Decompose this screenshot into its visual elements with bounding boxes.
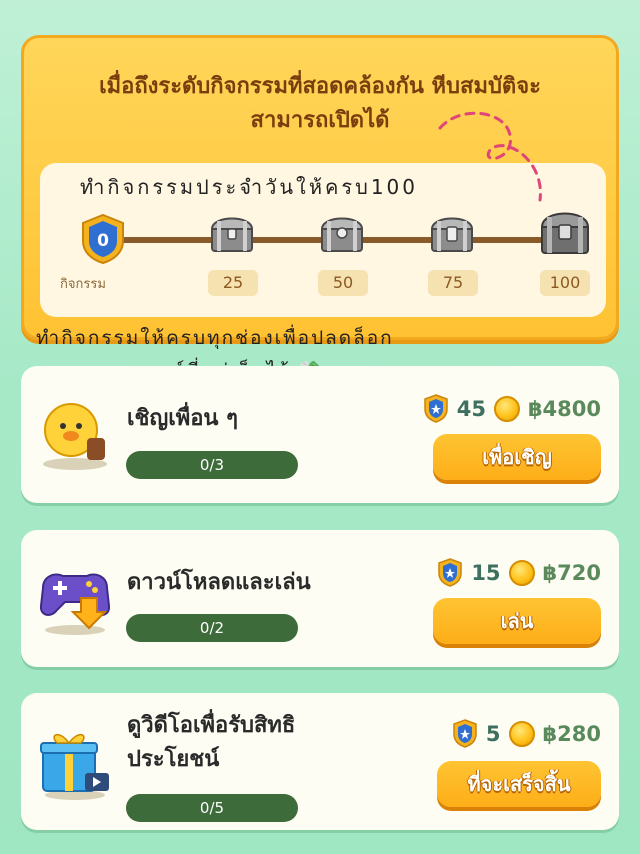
activity-current-value: 0 xyxy=(97,231,109,251)
invite-button[interactable]: เพื่อเชิญ xyxy=(433,434,601,480)
treasure-chest-icon[interactable] xyxy=(207,207,257,257)
task-coin-amount: ฿280 xyxy=(542,722,601,746)
duck-icon xyxy=(43,403,107,470)
task-badge-points: 15 xyxy=(471,561,501,585)
banner-message-line2: สามารถเปิดได้ xyxy=(250,108,390,133)
coin-icon xyxy=(493,396,520,422)
milestone-100: 100 xyxy=(540,270,590,296)
activity-shield-icon xyxy=(423,394,448,423)
task-card-download: ดาวน์โหลดและเล่น 0/2 15 ฿720 เล่น xyxy=(21,530,619,667)
activity-shield-icon xyxy=(453,719,477,748)
activity-shield-icon xyxy=(438,558,463,587)
banner-message: เมื่อถึงระดับกิจกรรมที่สอดคล้องกัน หีบสม… xyxy=(24,70,616,138)
coin-icon xyxy=(508,560,535,586)
task-progress-bar: 0/2 xyxy=(126,614,298,642)
treasure-chest-icon[interactable] xyxy=(537,203,593,259)
treasure-chest-icon[interactable] xyxy=(427,207,477,257)
treasure-chest-icon[interactable] xyxy=(317,207,367,257)
gamepad-download-icon xyxy=(39,573,111,635)
task-progress-bar: 0/5 xyxy=(126,794,298,822)
activity-shield-icon: 0 xyxy=(82,213,124,265)
milestone-50: 50 xyxy=(318,270,368,296)
coin-icon xyxy=(508,721,535,747)
gift-video-icon xyxy=(40,733,109,800)
task-title: เชิญเพื่อน ๆ xyxy=(127,406,238,431)
task-rewards: 5 ฿280 xyxy=(452,719,601,749)
progress-title: ทำกิจกรรมประจำวันให้ครบ100 xyxy=(80,175,418,199)
complete-button[interactable]: ที่จะเสร็จสิ้น xyxy=(437,761,601,807)
task-card-invite: เชิญเพื่อน ๆ 0/3 45 ฿4800 เพื่อเชิญ xyxy=(21,366,619,503)
task-progress-bar: 0/3 xyxy=(126,451,298,479)
task-title-line2: ประโยชน์ xyxy=(127,747,220,772)
task-card-watch-video: ดูวิดีโอเพื่อรับสิทธิ ประโยชน์ 0/5 5 ฿28… xyxy=(21,693,619,830)
task-rewards: 15 ฿720 xyxy=(437,558,601,588)
task-title-line1: ดูวิดีโอเพื่อรับสิทธิ xyxy=(127,713,296,738)
task-coin-amount: ฿4800 xyxy=(527,397,601,421)
task-title: ดูวิดีโอเพื่อรับสิทธิ ประโยชน์ xyxy=(127,709,295,777)
task-coin-amount: ฿720 xyxy=(542,561,601,585)
unlock-hint-line1: ทำกิจกรรมให้ครบทุกช่องเพื่อปลดล็อก xyxy=(36,327,394,349)
milestone-75: 75 xyxy=(428,270,478,296)
task-badge-points: 5 xyxy=(485,722,501,746)
milestone-25: 25 xyxy=(208,270,258,296)
task-rewards: 45 ฿4800 xyxy=(423,394,601,424)
activity-progress-card: ทำกิจกรรมประจำวันให้ครบ100 0 กิจกรรม 25 … xyxy=(40,163,606,317)
banner-message-line1: เมื่อถึงระดับกิจกรรมที่สอดคล้องกัน หีบสม… xyxy=(99,74,541,99)
task-title: ดาวน์โหลดและเล่น xyxy=(127,570,311,595)
activity-banner: เมื่อถึงระดับกิจกรรมที่สอดคล้องกัน หีบสม… xyxy=(21,35,619,340)
task-badge-points: 45 xyxy=(456,397,486,421)
activity-label: กิจกรรม xyxy=(60,277,106,292)
play-button[interactable]: เล่น xyxy=(433,598,601,644)
